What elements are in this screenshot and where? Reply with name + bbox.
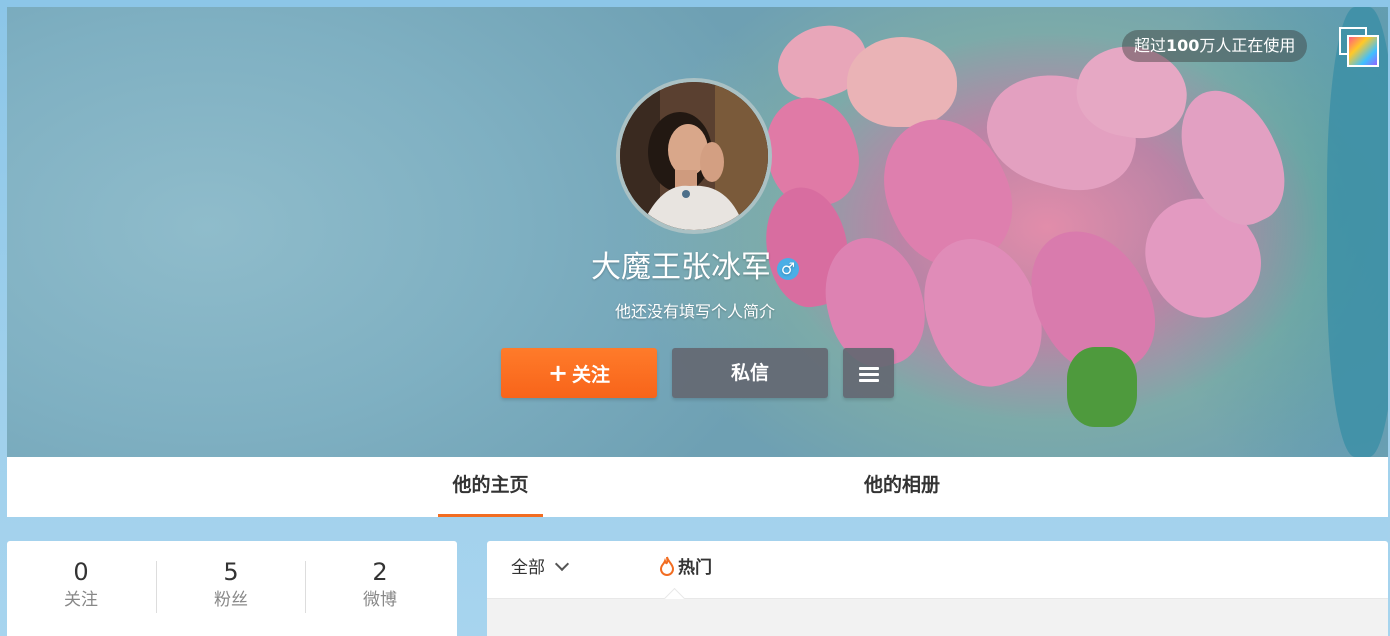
chevron-down-icon bbox=[554, 556, 570, 572]
message-label: 私信 bbox=[730, 362, 769, 384]
male-gender-icon: ♂ bbox=[777, 257, 799, 280]
filter-hot-tab[interactable]: 热门 bbox=[659, 541, 712, 595]
stat-label: 粉丝 bbox=[214, 590, 248, 610]
follow-button[interactable]: + 关注 bbox=[501, 348, 657, 398]
stat-value: 5 bbox=[223, 558, 239, 586]
feed-panel: 全部 热门 bbox=[487, 541, 1388, 636]
filter-all-dropdown[interactable]: 全部 bbox=[511, 541, 570, 595]
stat-following[interactable]: 0 关注 bbox=[7, 557, 155, 613]
user-count-badge: 超过100万人正在使用 bbox=[1122, 30, 1308, 62]
tab-home[interactable]: 他的主页 bbox=[438, 457, 543, 517]
stat-value: 0 bbox=[73, 558, 89, 586]
filter-hot-label: 热门 bbox=[678, 558, 712, 578]
stat-label: 微博 bbox=[363, 590, 397, 610]
plus-icon: + bbox=[547, 359, 569, 387]
stat-value: 2 bbox=[372, 558, 388, 586]
stat-followers[interactable]: 5 粉丝 bbox=[157, 557, 305, 613]
stat-posts[interactable]: 2 微博 bbox=[306, 557, 454, 613]
profile-name: 大魔王张冰军 bbox=[591, 250, 771, 285]
feed-filter-bar: 全部 热门 bbox=[487, 541, 1388, 599]
badge-prefix: 超过 bbox=[1134, 36, 1167, 55]
profile-intro: 他还没有填写个人简介 bbox=[614, 302, 775, 321]
badge-suffix: 万人正在使用 bbox=[1199, 36, 1296, 55]
message-button[interactable]: 私信 bbox=[672, 348, 828, 398]
stats-card: 0 关注 5 粉丝 2 微博 bbox=[7, 541, 457, 636]
flower-petal bbox=[847, 37, 957, 127]
feed-body bbox=[487, 599, 1388, 636]
avatar-photo bbox=[620, 82, 768, 230]
profile-name-row: 大魔王张冰军 ♂ bbox=[0, 248, 1390, 288]
badge-number: 100 bbox=[1166, 36, 1200, 55]
flame-icon bbox=[659, 556, 675, 576]
cover-strip bbox=[1327, 7, 1388, 457]
profile-tabs: 他的主页 他的相册 bbox=[7, 457, 1388, 517]
more-menu-button[interactable] bbox=[843, 348, 894, 398]
change-cover-icon[interactable] bbox=[1339, 27, 1379, 67]
filter-all-label: 全部 bbox=[511, 558, 545, 578]
avatar[interactable] bbox=[616, 78, 772, 234]
flower-stem bbox=[1067, 347, 1137, 427]
stat-label: 关注 bbox=[64, 590, 98, 610]
follow-label: 关注 bbox=[572, 364, 611, 386]
menu-icon bbox=[843, 348, 894, 382]
tab-album[interactable]: 他的相册 bbox=[847, 457, 957, 517]
